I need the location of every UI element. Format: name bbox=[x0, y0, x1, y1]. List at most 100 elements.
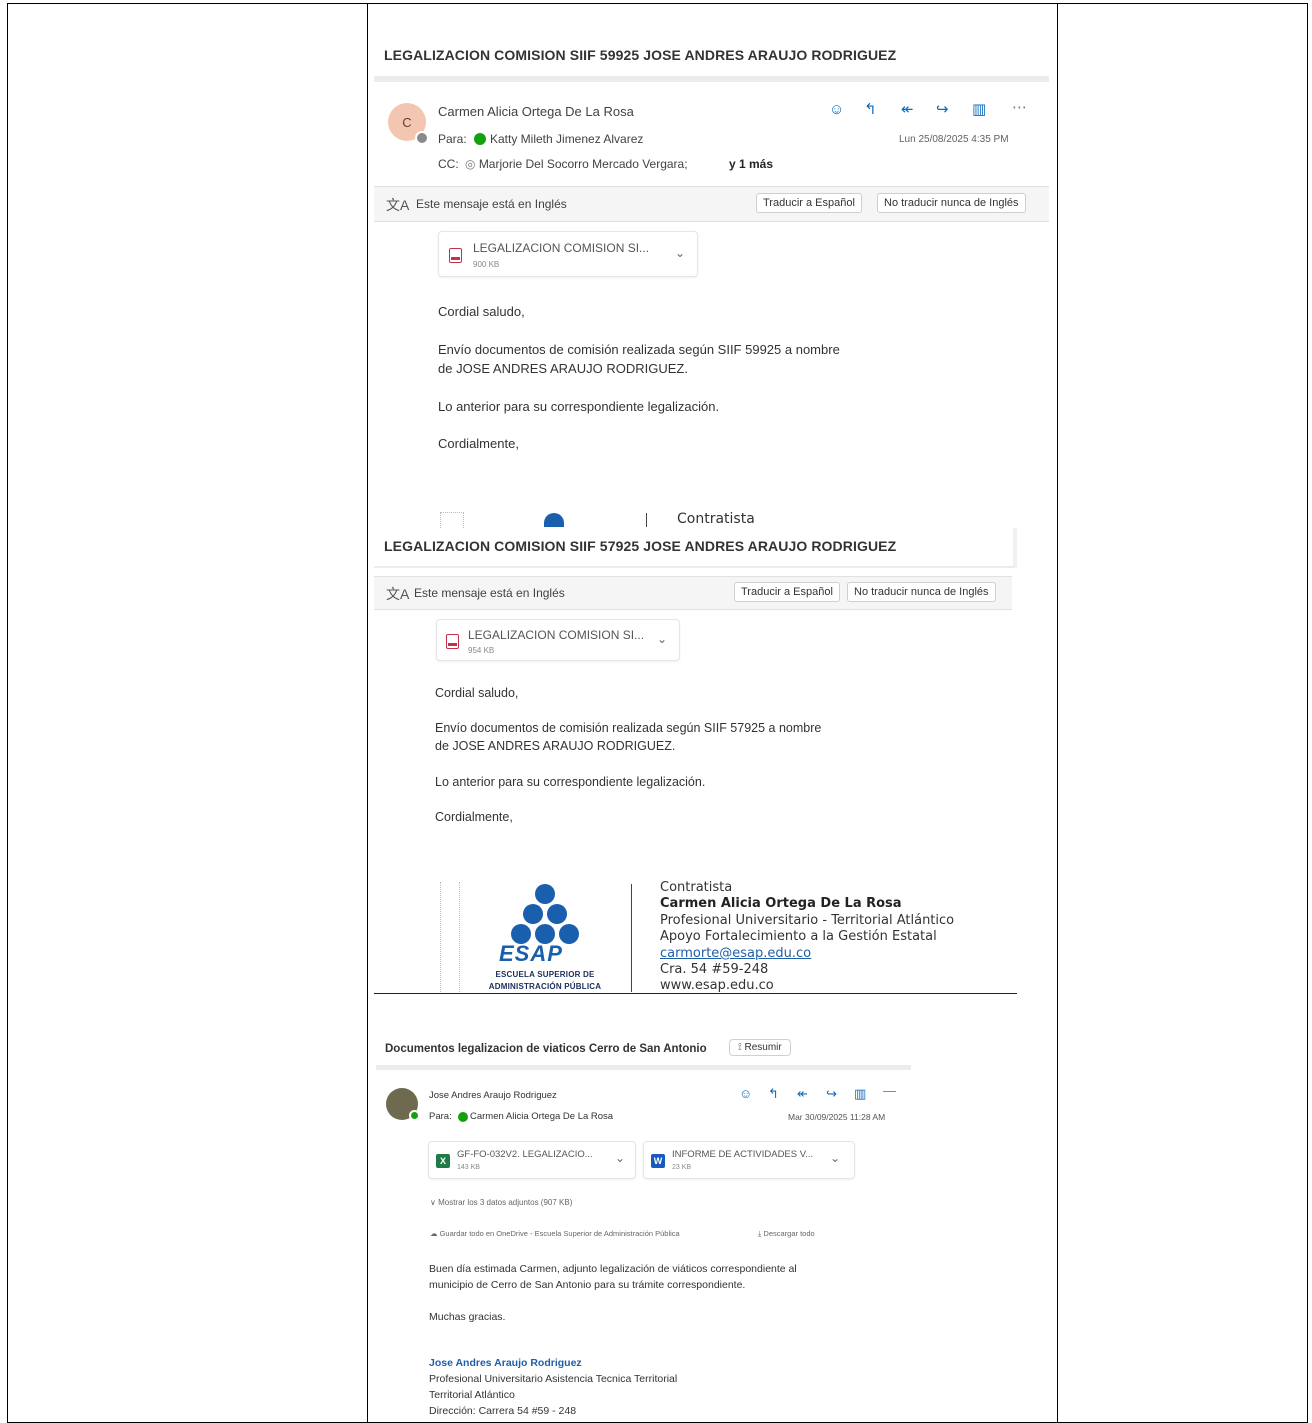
email-subject: LEGALIZACION COMISION SIIF 59925 JOSE AN… bbox=[384, 47, 897, 63]
summarize-label: Resumir bbox=[744, 1042, 782, 1053]
show-all-attachments-link[interactable]: ∨ Mostrar los 3 datos adjuntos (907 KB) bbox=[430, 1198, 572, 1207]
never-translate-button[interactable]: No traducir nunca de Inglés bbox=[847, 582, 996, 602]
pdf-file-icon bbox=[449, 248, 462, 263]
logo-dot bbox=[547, 904, 567, 924]
sender-name[interactable]: Carmen Alicia Ortega De La Rosa bbox=[438, 104, 634, 119]
body-line: Envío documentos de comisión realizada s… bbox=[435, 721, 822, 735]
body-line: Lo anterior para su correspondiente lega… bbox=[438, 399, 720, 414]
cc-more-link[interactable]: y 1 más bbox=[729, 157, 773, 171]
attachment-card[interactable]: X GF-FO-032V2. LEGALIZACIO... 143 KB ⌄ bbox=[428, 1141, 636, 1179]
translate-icon: 文A bbox=[386, 586, 410, 602]
forward-icon[interactable]: ↪ bbox=[936, 102, 949, 118]
more-actions-icon[interactable]: — bbox=[883, 1083, 896, 1099]
pdf-file-icon bbox=[446, 634, 459, 649]
email-date: Lun 25/08/2025 4:35 PM bbox=[899, 134, 1009, 145]
presence-away-icon bbox=[415, 131, 429, 145]
email-date: Mar 30/09/2025 11:28 AM bbox=[788, 1112, 886, 1122]
signature-divider bbox=[631, 884, 632, 992]
chevron-down-icon[interactable]: ⌄ bbox=[615, 1151, 625, 1165]
chevron-down-icon[interactable]: ⌄ bbox=[675, 246, 685, 260]
body-greeting: Cordial saludo, bbox=[435, 686, 519, 700]
recipient-name[interactable]: Carmen Alicia Ortega De La Rosa bbox=[470, 1111, 613, 1122]
body-line: Envío documentos de comisión realizada s… bbox=[438, 342, 840, 357]
show-all-label: Mostrar los 3 datos adjuntos (907 KB) bbox=[438, 1198, 573, 1207]
signature-address: Cra. 54 #59-248 bbox=[660, 962, 769, 977]
logo-word: ESAP bbox=[499, 941, 563, 966]
signature-email-link[interactable]: carmorte@esap.edu.co bbox=[660, 946, 811, 963]
attachment-size: 143 KB bbox=[457, 1164, 480, 1171]
signature-title: Profesional Universitario - Territorial … bbox=[660, 913, 955, 928]
body-thanks: Muchas gracias. bbox=[429, 1311, 506, 1323]
presence-available-icon bbox=[474, 133, 486, 145]
email-subject: Documentos legalizacion de viaticos Cerr… bbox=[385, 1043, 707, 1055]
signature-unit: Territorial Atlántico bbox=[429, 1389, 515, 1401]
body-line: de JOSE ANDRES ARAUJO RODRIGUEZ. bbox=[438, 361, 688, 376]
contact-icon: ◎ bbox=[465, 157, 479, 171]
signature-role: Contratista bbox=[660, 880, 733, 895]
signature-name: Jose Andres Araujo Rodriguez bbox=[429, 1357, 582, 1369]
attachment-size: 954 KB bbox=[468, 646, 495, 655]
divider bbox=[374, 76, 1049, 82]
recipient-name[interactable]: Katty Mileth Jimenez Alvarez bbox=[490, 132, 643, 146]
body-closing: Cordialmente, bbox=[438, 436, 519, 451]
reply-icon[interactable]: ↰ bbox=[864, 102, 877, 118]
more-actions-icon[interactable]: ⋯ bbox=[1012, 100, 1027, 116]
attachment-card[interactable]: LEGALIZACION COMISION SI... 900 KB ⌄ bbox=[438, 231, 698, 277]
forward-icon[interactable]: ↪ bbox=[826, 1086, 837, 1102]
signature-role: Contratista bbox=[677, 511, 755, 527]
immersive-reader-icon[interactable]: ▥ bbox=[972, 102, 986, 118]
save-to-onedrive-link[interactable]: ☁ Guardar todo en OneDrive - Escuela Sup… bbox=[430, 1229, 680, 1238]
chevron-down-icon[interactable]: ⌄ bbox=[830, 1151, 840, 1165]
chevron-down-icon[interactable]: ⌄ bbox=[657, 632, 667, 646]
body-closing: Cordialmente, bbox=[435, 810, 513, 824]
body-line: municipio de Cerro de San Antonio para s… bbox=[429, 1279, 746, 1291]
signature-address: Dirección: Carrera 54 #59 - 248 bbox=[429, 1405, 577, 1417]
signature-side-image bbox=[440, 882, 460, 992]
to-label: Para: bbox=[438, 132, 467, 146]
body-line: de JOSE ANDRES ARAUJO RODRIGUEZ. bbox=[435, 739, 676, 753]
cloud-icon: ☁ bbox=[430, 1229, 440, 1238]
body-line: Buen día estimada Carmen, adjunto legali… bbox=[429, 1263, 797, 1275]
logo-caption: ADMINISTRACIÓN PÚBLICA bbox=[488, 982, 602, 991]
signature-divider bbox=[646, 513, 647, 527]
attachment-name: LEGALIZACION COMISION SI... bbox=[473, 241, 650, 255]
attachment-card[interactable]: W INFORME DE ACTIVIDADES V... 23 KB ⌄ bbox=[643, 1141, 855, 1179]
logo-dot-partial bbox=[544, 513, 564, 527]
avatar-initial: C bbox=[402, 114, 412, 130]
email-subject: LEGALIZACION COMISION SIIF 57925 JOSE AN… bbox=[384, 538, 897, 554]
word-file-icon: W bbox=[651, 1154, 665, 1168]
attachment-size: 900 KB bbox=[473, 260, 500, 269]
translate-button[interactable]: Traducir a Español bbox=[756, 193, 862, 213]
attachment-size: 23 KB bbox=[672, 1164, 692, 1171]
divider bbox=[374, 566, 1014, 568]
reply-icon[interactable]: ↰ bbox=[768, 1086, 779, 1102]
excel-file-icon: X bbox=[436, 1154, 450, 1168]
save-onedrive-label: Guardar todo en OneDrive - Escuela Super… bbox=[439, 1229, 680, 1238]
emoji-reaction-icon[interactable]: ☺ bbox=[739, 1086, 752, 1102]
cc-label: CC: bbox=[438, 157, 459, 171]
summarize-button[interactable]: ⟟ Resumir bbox=[729, 1039, 791, 1056]
body-greeting: Cordial saludo, bbox=[438, 304, 525, 319]
logo-dot bbox=[535, 884, 555, 904]
translation-notice: Este mensaje está en Inglés bbox=[416, 197, 567, 211]
cc-name[interactable]: ◎ Marjorie Del Socorro Mercado Vergara; bbox=[465, 157, 688, 171]
divider bbox=[376, 1065, 911, 1070]
immersive-reader-icon[interactable]: ▥ bbox=[854, 1086, 866, 1102]
download-all-link[interactable]: ⤓ Descargar todo bbox=[758, 1229, 815, 1239]
cc-name-text: Marjorie Del Socorro Mercado Vergara; bbox=[478, 157, 688, 171]
reply-all-icon[interactable]: ↞ bbox=[797, 1086, 808, 1102]
attachment-name: GF-FO-032V2. LEGALIZACIO... bbox=[457, 1149, 593, 1160]
logo-caption: ESCUELA SUPERIOR DE bbox=[495, 970, 595, 979]
presence-available-icon bbox=[409, 1110, 420, 1121]
translate-button[interactable]: Traducir a Español bbox=[734, 582, 840, 602]
logo-dot bbox=[523, 904, 543, 924]
signature-name: Carmen Alicia Ortega De La Rosa bbox=[660, 896, 902, 911]
reply-all-icon[interactable]: ↞ bbox=[901, 102, 914, 118]
download-all-label: Descargar todo bbox=[763, 1229, 815, 1238]
never-translate-button[interactable]: No traducir nunca de Inglés bbox=[877, 193, 1026, 213]
emoji-reaction-icon[interactable]: ☺ bbox=[829, 102, 844, 118]
table-column-divider-right bbox=[1057, 3, 1058, 1423]
sender-name[interactable]: Jose Andres Araujo Rodriguez bbox=[429, 1090, 557, 1101]
attachment-card[interactable]: LEGALIZACION COMISION SI... 954 KB ⌄ bbox=[436, 619, 680, 661]
signature-dept: Apoyo Fortalecimiento a la Gestión Estat… bbox=[660, 929, 937, 944]
